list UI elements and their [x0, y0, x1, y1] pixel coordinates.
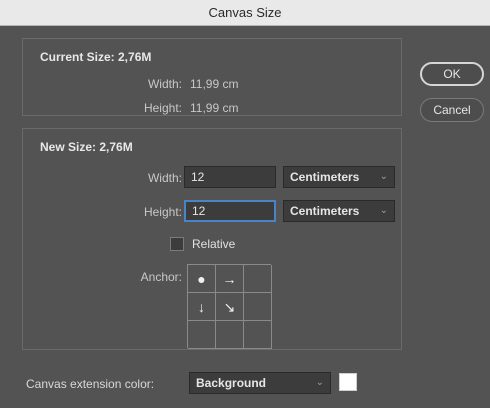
canvas-size-dialog: Canvas Size Current Size: 2,76M Width: 1…	[0, 0, 490, 408]
chevron-down-icon: ⌄	[315, 377, 324, 388]
height-unit-select[interactable]: Centimeters ⌄	[283, 200, 395, 222]
current-height-value: 11,99 cm	[190, 101, 239, 115]
window-title: Canvas Size	[0, 0, 490, 26]
extension-color-swatch[interactable]	[339, 373, 357, 391]
current-width-value: 11,99 cm	[190, 77, 239, 91]
new-height-label: Height:	[143, 205, 182, 219]
anchor-cell[interactable]	[188, 321, 216, 349]
ok-button[interactable]: OK	[420, 62, 484, 86]
new-size-title: New Size: 2,76M	[36, 140, 137, 154]
anchor-cell[interactable]	[244, 293, 272, 321]
arrow-down-right-icon[interactable]: ↘	[216, 293, 244, 321]
anchor-label: Anchor:	[140, 270, 182, 284]
current-size-title: Current Size: 2,76M	[36, 50, 156, 64]
height-input[interactable]: 12	[184, 200, 276, 222]
extension-color-label: Canvas extension color:	[26, 377, 155, 391]
anchor-cell[interactable]	[244, 265, 272, 293]
anchor-cell[interactable]	[244, 321, 272, 349]
anchor-grid[interactable]: ● → ↓ ↘	[187, 264, 272, 349]
relative-label: Relative	[192, 237, 236, 251]
cancel-button[interactable]: Cancel	[420, 98, 484, 122]
extension-color-select[interactable]: Background ⌄	[189, 372, 331, 394]
current-width-label: Width:	[147, 77, 182, 91]
anchor-cell[interactable]	[216, 321, 244, 349]
arrow-right-icon[interactable]: →	[216, 265, 244, 293]
width-input[interactable]: 12	[184, 166, 276, 188]
new-width-label: Width:	[147, 171, 182, 185]
width-unit-value: Centimeters	[290, 170, 360, 184]
chevron-down-icon: ⌄	[379, 205, 388, 216]
relative-checkbox[interactable]	[170, 237, 184, 251]
width-unit-select[interactable]: Centimeters ⌄	[283, 166, 395, 188]
height-unit-value: Centimeters	[290, 204, 360, 218]
current-height-label: Height:	[143, 101, 182, 115]
extension-color-value: Background	[196, 376, 267, 390]
chevron-down-icon: ⌄	[379, 171, 388, 182]
anchor-center-dot-icon[interactable]: ●	[188, 265, 216, 293]
arrow-down-icon[interactable]: ↓	[188, 293, 216, 321]
